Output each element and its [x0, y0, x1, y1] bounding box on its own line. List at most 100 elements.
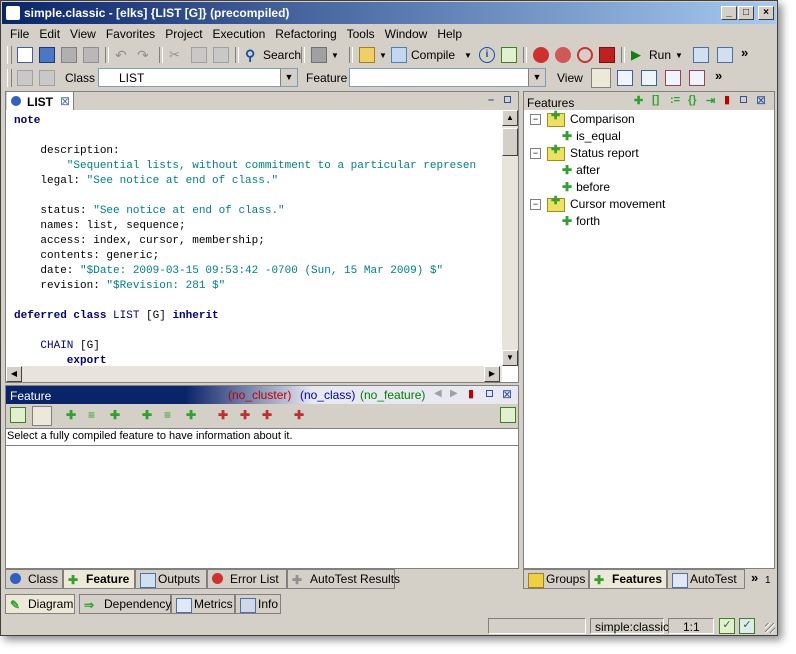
stop-icon[interactable] [599, 47, 615, 63]
search-icon[interactable]: ⚲ [245, 47, 261, 63]
features-close-icon[interactable]: ⊠ [756, 93, 766, 107]
tab-info[interactable]: Info [235, 594, 281, 614]
editor-tab[interactable]: LIST ⊠ [7, 92, 74, 110]
paste-icon[interactable] [213, 47, 229, 63]
run-icon[interactable]: ▶ [631, 47, 647, 63]
scroll-up-icon[interactable]: ▲ [502, 110, 518, 126]
edit-feature-icon[interactable] [10, 407, 26, 423]
implementers-icon[interactable]: ✚ [186, 408, 202, 424]
toolbar-grip[interactable] [7, 69, 12, 87]
menu-view[interactable]: View [65, 25, 101, 43]
feature-flat-view-icon[interactable] [32, 406, 52, 426]
no-class-link[interactable]: (no_class) [300, 388, 355, 402]
compile-icon[interactable] [391, 47, 407, 63]
undo-icon[interactable]: ↶ [115, 47, 131, 63]
view-overflow-icon[interactable]: » [715, 68, 722, 83]
panel-close-icon[interactable]: ⊠ [502, 387, 512, 401]
tree-feature-item[interactable]: ✚ forth [562, 214, 600, 230]
features-brace-icon[interactable]: {} [688, 94, 697, 106]
features-maximize-icon[interactable] [740, 94, 747, 106]
creators-icon[interactable]: ✚ [110, 408, 126, 424]
pin-icon[interactable]: ▮ [468, 387, 474, 400]
tab-features[interactable]: ✚ Features [589, 569, 667, 589]
open-file-icon[interactable] [39, 47, 55, 63]
no-feature-link[interactable]: (no_feature) [360, 388, 425, 402]
tab-outputs[interactable]: Outputs [135, 569, 207, 589]
class-combo-arrow-icon[interactable]: ▼ [280, 69, 297, 86]
copy-icon[interactable] [191, 47, 207, 63]
scroll-down-icon[interactable]: ▼ [502, 350, 518, 366]
tab-diagram[interactable]: ✎ Diagram [5, 594, 75, 614]
info-icon[interactable]: i [479, 47, 495, 63]
maximize-panel-icon[interactable] [486, 388, 493, 400]
collapse-icon[interactable]: − [530, 199, 541, 211]
step-out-icon[interactable] [717, 47, 733, 63]
collapse-icon[interactable]: − [530, 114, 541, 126]
run-dropdown-icon[interactable]: ▼ [675, 51, 683, 60]
menu-window[interactable]: Window [380, 25, 433, 43]
tab-groups[interactable]: Groups [523, 569, 589, 589]
view-edit-icon[interactable] [591, 68, 611, 88]
minimize-panel-icon[interactable]: – [488, 94, 494, 106]
tab-feature[interactable]: ✚ Feature [63, 569, 135, 589]
resize-grip[interactable] [765, 623, 775, 633]
collapse-icon[interactable]: − [530, 148, 541, 160]
project-status-icon[interactable]: ✓ [739, 618, 755, 634]
system-icon[interactable] [359, 47, 375, 63]
menu-file[interactable]: File [5, 25, 34, 43]
feature-edit-right-icon[interactable] [500, 407, 516, 423]
toolbar-overflow-icon[interactable]: » [741, 45, 748, 60]
versions-icon[interactable]: ✚ [294, 408, 310, 424]
feature-combo[interactable]: ▼ [349, 68, 546, 87]
tree-feature-item[interactable]: ✚ after [562, 163, 600, 179]
features-export-icon[interactable]: ⇥ [706, 94, 715, 107]
assignees-icon[interactable]: ≡ [164, 408, 180, 424]
maximize-panel-icon[interactable] [504, 94, 511, 106]
tab-autotest-results[interactable]: ✚ AutoTest Results [287, 569, 400, 589]
run-button[interactable]: Run [649, 48, 671, 62]
minimize-button[interactable]: _ [721, 6, 737, 20]
descendants-icon[interactable]: ✚ [240, 408, 256, 424]
tab-dependency[interactable]: ⇒ Dependency [79, 594, 171, 614]
features-bracket-icon[interactable]: [] [652, 94, 659, 106]
tab-error-list[interactable]: Error List [207, 569, 287, 589]
tab-autotest[interactable]: AutoTest [667, 569, 745, 589]
system-dropdown-icon[interactable]: ▼ [379, 51, 387, 60]
callers-icon[interactable]: ✚ [66, 408, 82, 424]
toolbar-grip[interactable] [7, 46, 12, 64]
history-forward-icon[interactable]: ▶ [450, 388, 458, 399]
view-interface-icon[interactable] [665, 70, 681, 86]
menu-tools[interactable]: Tools [342, 25, 380, 43]
print-dropdown-icon[interactable]: ▼ [331, 51, 339, 60]
features-tree[interactable]: − ✚ Comparison ✚ is_equal − ✚ Status report ✚ aft… [524, 110, 774, 568]
maximize-button[interactable]: □ [738, 6, 754, 20]
breakpoint-clear-icon[interactable] [577, 47, 593, 63]
class-combo[interactable]: LIST ▼ [98, 68, 298, 87]
menu-project[interactable]: Project [160, 25, 207, 43]
redo-icon[interactable]: ↷ [137, 47, 153, 63]
code-editor[interactable]: note description: "Sequential lists, wit… [6, 110, 502, 366]
tab-metrics[interactable]: Metrics [171, 594, 235, 614]
scroll-thumb[interactable] [502, 128, 518, 156]
features-pin-icon[interactable]: ▮ [724, 93, 730, 106]
tab-close-icon[interactable]: ⊠ [60, 94, 70, 108]
no-cluster-link[interactable]: (no_cluster) [228, 388, 291, 402]
features-colon-icon[interactable]: := [670, 94, 680, 106]
cut-icon[interactable]: ✂ [169, 47, 185, 63]
tree-group[interactable]: − ✚ Status report [530, 144, 639, 162]
feature-combo-arrow-icon[interactable]: ▼ [528, 69, 545, 86]
view-contract-icon[interactable] [641, 70, 657, 86]
finalize-icon[interactable] [501, 47, 517, 63]
tree-feature-item[interactable]: ✚ is_equal [562, 129, 621, 145]
menu-refactoring[interactable]: Refactoring [270, 25, 341, 43]
compile-dropdown-icon[interactable]: ▼ [464, 51, 472, 60]
callees-icon[interactable]: ≡ [88, 408, 104, 424]
history-back-icon[interactable]: ◀ [434, 388, 442, 399]
breakpoint-icon[interactable] [533, 47, 549, 63]
editor-vscrollbar[interactable]: ▲ ▼ [502, 110, 518, 366]
compile-button[interactable]: Compile [411, 48, 455, 62]
breakpoint-toggle-icon[interactable] [555, 47, 571, 63]
step-icon[interactable] [693, 47, 709, 63]
tabs-overflow-icon[interactable]: » [751, 570, 758, 585]
search-button[interactable]: Search [263, 48, 301, 62]
